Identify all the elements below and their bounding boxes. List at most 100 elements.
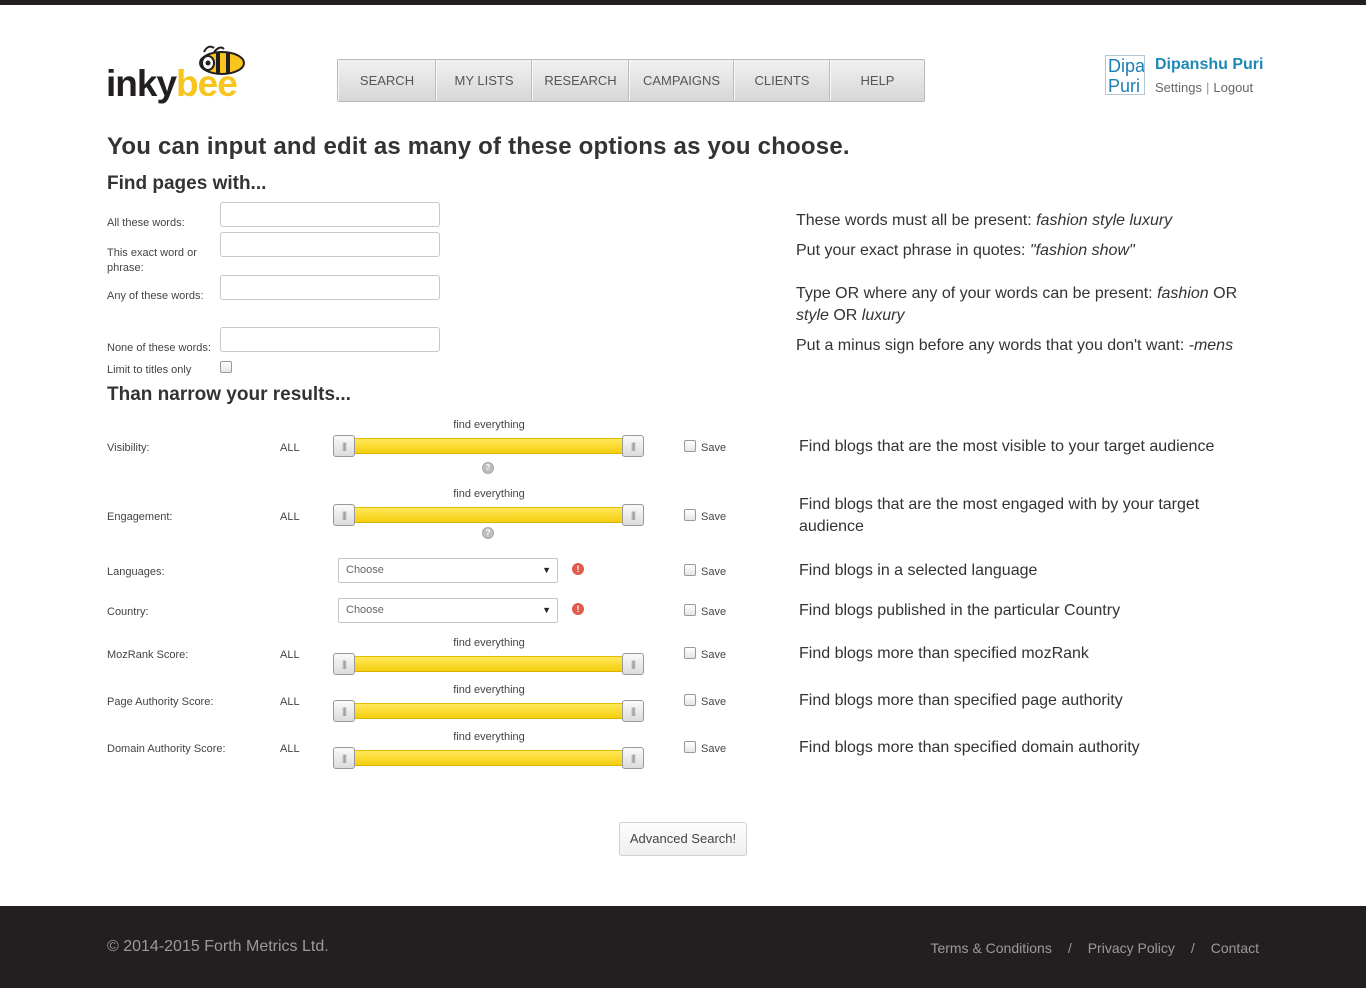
country-save-label: Save [701, 606, 727, 618]
domain-authority-slider-min-handle[interactable]: ||| [333, 747, 355, 769]
visibility-hint: Find blogs that are the most visible to … [799, 438, 1215, 455]
page-authority-slider-max-handle[interactable]: ||| [622, 700, 644, 722]
visibility-value: ALL [280, 442, 300, 454]
hint-any-word-1: fashion [1157, 285, 1209, 302]
engagement-hint: Find blogs that are the most engaged wit… [799, 496, 1200, 535]
avatar[interactable]: Dipanshu Puri [1105, 55, 1145, 95]
page-authority-label: Page Authority Score: [107, 696, 214, 708]
user-links: Settings | Logout [1155, 80, 1253, 95]
hint-exact-phrase: Put your exact phrase in quotes: "fashio… [796, 240, 1135, 262]
nav-clients[interactable]: CLIENTS [734, 60, 830, 101]
limit-titles-checkbox[interactable] [220, 361, 232, 373]
domain-authority-label: Domain Authority Score: [107, 743, 226, 755]
country-label: Country: [107, 606, 149, 618]
main-nav: SEARCH MY LISTS RESEARCH CAMPAIGNS CLIEN… [337, 59, 925, 102]
domain-authority-save-checkbox[interactable] [684, 741, 696, 753]
languages-save-label: Save [701, 566, 727, 578]
languages-warning-icon: ! [572, 563, 584, 575]
domain-authority-value: ALL [280, 743, 300, 755]
engagement-help-icon[interactable]: ? [482, 527, 494, 539]
country-save-checkbox[interactable] [684, 604, 696, 616]
exact-phrase-input[interactable] [220, 232, 440, 257]
hint-or-2: OR [828, 307, 862, 324]
engagement-slider-track[interactable] [345, 507, 635, 523]
contact-link[interactable]: Contact [1211, 940, 1259, 956]
footer-links: Terms & Conditions / Privacy Policy / Contac… [930, 940, 1259, 956]
none-words-input[interactable] [220, 327, 440, 352]
nav-search[interactable]: SEARCH [338, 60, 436, 101]
inkybee-logo[interactable]: inkybee [106, 44, 246, 106]
top-bar [0, 0, 1366, 5]
hint-any-word-2: style [796, 307, 829, 324]
mozrank-slider-min-handle[interactable]: ||| [333, 653, 355, 675]
hint-any-word-3: luxury [861, 307, 905, 324]
languages-select-value: Choose [346, 564, 384, 576]
mozrank-slider-track[interactable] [345, 656, 635, 672]
hint-all-words-example: fashion style luxury [1036, 212, 1173, 229]
engagement-range-caption: find everything [453, 488, 525, 500]
languages-save-checkbox[interactable] [684, 564, 696, 576]
engagement-save-label: Save [701, 511, 727, 523]
engagement-save-checkbox[interactable] [684, 509, 696, 521]
copyright-text: © 2014-2015 Forth Metrics Ltd. [107, 938, 329, 955]
page-authority-value: ALL [280, 696, 300, 708]
engagement-slider-max-handle[interactable]: ||| [622, 504, 644, 526]
engagement-value: ALL [280, 511, 300, 523]
visibility-slider-max-handle[interactable]: ||| [622, 435, 644, 457]
all-words-input[interactable] [220, 202, 440, 227]
nav-campaigns[interactable]: CAMPAIGNS [629, 60, 734, 101]
mozrank-hint: Find blogs more than specified mozRank [799, 645, 1089, 662]
hint-exact-phrase-example: "fashion show" [1029, 242, 1135, 259]
mozrank-save-checkbox[interactable] [684, 647, 696, 659]
exact-phrase-label: This exact word or phrase: [107, 247, 197, 274]
languages-select[interactable]: Choose ▼ [338, 558, 558, 583]
advanced-search-button[interactable]: Advanced Search! [619, 822, 747, 856]
page-authority-range-caption: find everything [453, 684, 525, 696]
domain-authority-hint: Find blogs more than specified domain au… [799, 739, 1140, 756]
hint-or-1: OR [1208, 285, 1238, 302]
mozrank-save-label: Save [701, 649, 727, 661]
languages-label: Languages: [107, 566, 165, 578]
hint-none-words-example: -mens [1188, 337, 1234, 354]
visibility-slider-min-handle[interactable]: ||| [333, 435, 355, 457]
mozrank-value: ALL [280, 649, 300, 661]
mozrank-slider-max-handle[interactable]: ||| [622, 653, 644, 675]
narrow-results-heading: Than narrow your results... [107, 384, 351, 405]
any-words-input[interactable] [220, 275, 440, 300]
domain-authority-range-caption: find everything [453, 731, 525, 743]
logo-part-inky: inky [106, 63, 177, 104]
user-links-divider: | [1205, 80, 1210, 95]
user-name-link[interactable]: Dipanshu Puri [1155, 56, 1263, 74]
nav-research[interactable]: RESEARCH [532, 60, 629, 101]
chevron-down-icon: ▼ [542, 565, 551, 575]
none-words-label: None of these words: [107, 342, 211, 354]
page-authority-save-checkbox[interactable] [684, 694, 696, 706]
nav-my-lists[interactable]: MY LISTS [436, 60, 532, 101]
hint-all-words-text: These words must all be present: [796, 212, 1037, 229]
hint-any-words: Type OR where any of your words can be p… [796, 283, 1266, 327]
settings-link[interactable]: Settings [1155, 80, 1202, 95]
page-authority-slider-track[interactable] [345, 703, 635, 719]
engagement-slider-min-handle[interactable]: ||| [333, 504, 355, 526]
domain-authority-save-label: Save [701, 743, 727, 755]
page-authority-slider-min-handle[interactable]: ||| [333, 700, 355, 722]
chevron-down-icon: ▼ [542, 605, 551, 615]
privacy-link[interactable]: Privacy Policy [1088, 940, 1175, 956]
country-warning-icon: ! [572, 603, 584, 615]
visibility-help-icon[interactable]: ? [482, 462, 494, 474]
page-authority-hint: Find blogs more than specified page auth… [799, 692, 1123, 709]
visibility-range-caption: find everything [453, 419, 525, 431]
visibility-save-label: Save [701, 442, 727, 454]
visibility-label: Visibility: [107, 442, 150, 454]
mozrank-label: MozRank Score: [107, 649, 189, 661]
logout-link[interactable]: Logout [1213, 80, 1253, 95]
terms-link[interactable]: Terms & Conditions [930, 940, 1051, 956]
footer-separator: / [1190, 940, 1195, 956]
hint-none-words: Put a minus sign before any words that y… [796, 335, 1233, 357]
domain-authority-slider-track[interactable] [345, 750, 635, 766]
country-select[interactable]: Choose ▼ [338, 598, 558, 623]
visibility-slider-track[interactable] [345, 438, 635, 454]
domain-authority-slider-max-handle[interactable]: ||| [622, 747, 644, 769]
visibility-save-checkbox[interactable] [684, 440, 696, 452]
nav-help[interactable]: HELP [830, 60, 924, 101]
